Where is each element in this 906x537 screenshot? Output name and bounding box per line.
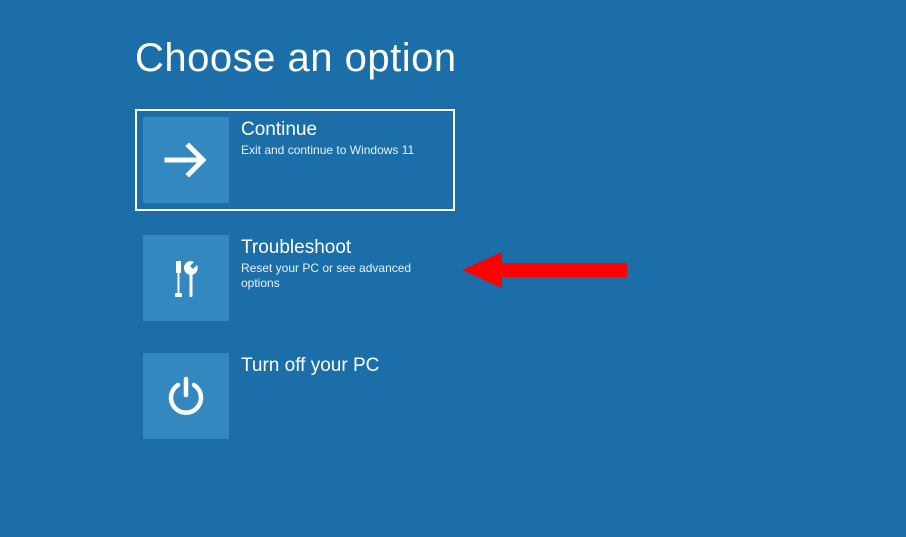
page-title: Choose an option xyxy=(135,36,906,81)
options-list: Continue Exit and continue to Windows 11 xyxy=(135,109,906,447)
option-texts: Turn off your PC xyxy=(229,353,447,379)
option-troubleshoot[interactable]: Troubleshoot Reset your PC or see advanc… xyxy=(135,227,455,329)
turn-off-tile xyxy=(143,353,229,439)
option-texts: Continue Exit and continue to Windows 11 xyxy=(229,117,447,158)
option-title: Continue xyxy=(241,119,447,141)
continue-tile xyxy=(143,117,229,203)
option-turn-off[interactable]: Turn off your PC xyxy=(135,345,455,447)
troubleshoot-tile xyxy=(143,235,229,321)
option-desc: Exit and continue to Windows 11 xyxy=(241,143,447,158)
option-title: Turn off your PC xyxy=(241,355,447,377)
option-title: Troubleshoot xyxy=(241,237,447,259)
power-icon xyxy=(161,371,211,421)
option-continue[interactable]: Continue Exit and continue to Windows 11 xyxy=(135,109,455,211)
option-desc: Reset your PC or see advanced options xyxy=(241,261,447,291)
tools-icon xyxy=(161,253,211,303)
recovery-screen: Choose an option Continue Exit and conti… xyxy=(0,0,906,447)
option-texts: Troubleshoot Reset your PC or see advanc… xyxy=(229,235,447,291)
arrow-right-icon xyxy=(159,133,213,187)
